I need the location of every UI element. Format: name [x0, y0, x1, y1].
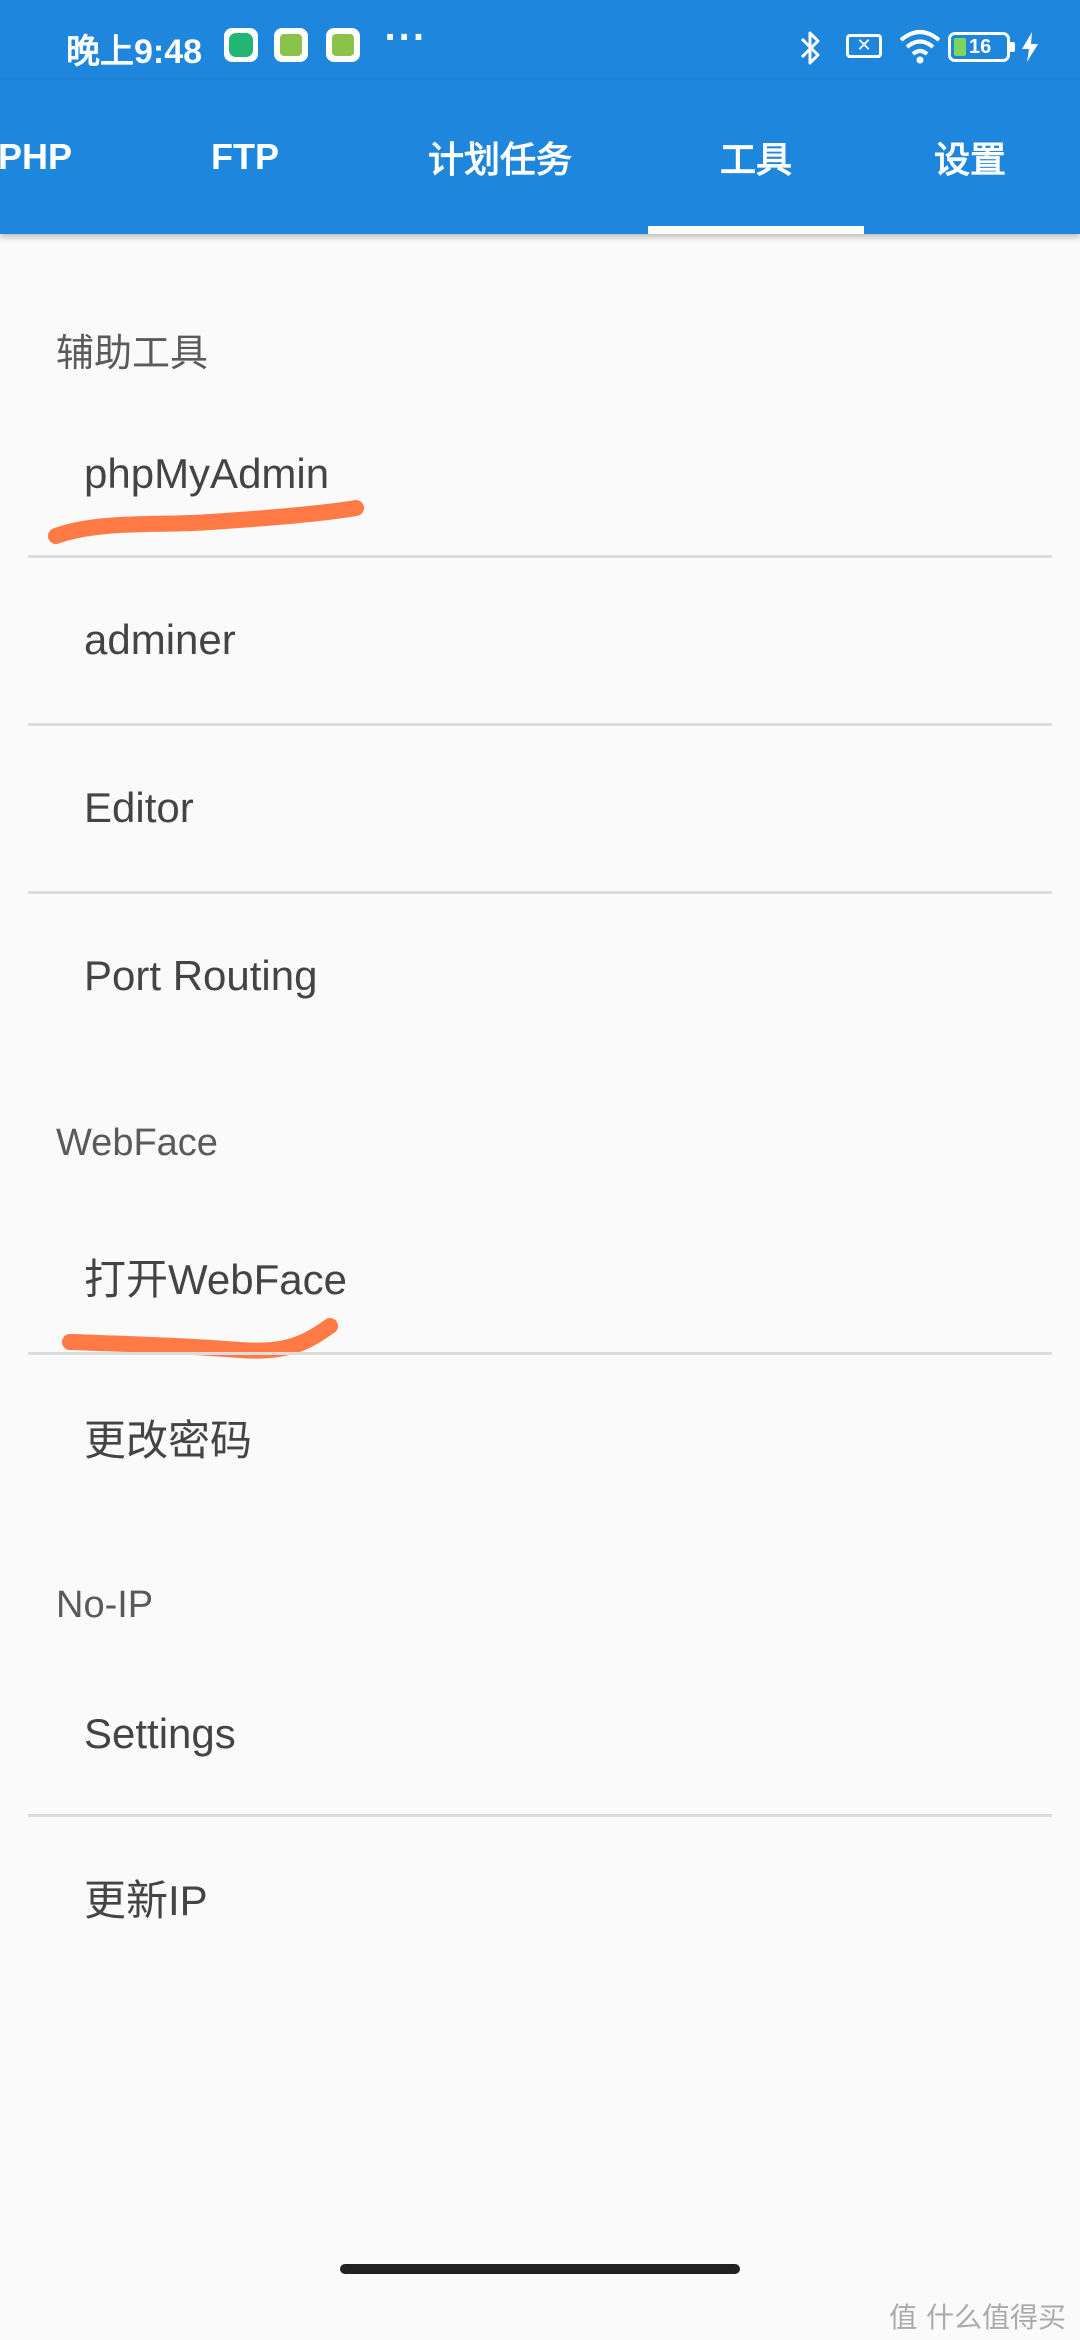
tab-bar: PHP FTP 计划任务 工具 设置: [0, 80, 1080, 234]
section-header-no-ip: No-IP: [56, 1584, 154, 1626]
list-item-adminer[interactable]: adminer: [0, 558, 1080, 725]
status-bar: 晚上9:48 ··· ✕ 16: [0, 0, 1080, 80]
list-item-label: Settings: [84, 1710, 236, 1757]
app-android-icon: [274, 28, 308, 62]
list-item-no-ip-settings[interactable]: Settings: [0, 1680, 1080, 1814]
list-item-editor[interactable]: Editor: [0, 726, 1080, 893]
app-shield-icon: [224, 28, 258, 62]
list-item-change-password[interactable]: 更改密码: [0, 1355, 1080, 1522]
highlight-underline-mark: [48, 500, 364, 544]
list-item-label: 更新IP: [84, 1877, 208, 1924]
status-time: 晚上9:48: [66, 33, 203, 71]
tab-scheduled-tasks[interactable]: 计划任务: [400, 80, 600, 234]
tab-php[interactable]: PHP: [0, 80, 90, 234]
section-header-webface: WebFace: [56, 1122, 218, 1164]
bluetooth-icon: [800, 31, 820, 65]
tab-ftp[interactable]: FTP: [175, 80, 315, 234]
no-sim-icon: ✕: [846, 34, 882, 58]
section-header-helper-tools: 辅助工具: [56, 333, 209, 375]
list-item-label: adminer: [84, 616, 236, 663]
tab-settings[interactable]: 设置: [900, 80, 1040, 234]
more-notifications-icon: ···: [384, 18, 427, 56]
battery-level: 16: [969, 36, 992, 58]
tab-tools[interactable]: 工具: [648, 80, 864, 234]
list-item-label: Editor: [84, 784, 194, 831]
list-item-label: Port Routing: [84, 952, 318, 999]
wifi-icon: [899, 30, 941, 64]
active-tab-indicator: [648, 226, 864, 234]
list-item-port-routing[interactable]: Port Routing: [0, 894, 1080, 1061]
list-item-label: 更改密码: [84, 1417, 253, 1464]
list-item-label: 打开WebFace: [84, 1256, 347, 1303]
list-item-update-ip[interactable]: 更新IP: [0, 1817, 1080, 1984]
app-android-icon-2: [326, 28, 360, 62]
charging-icon: [1022, 32, 1038, 62]
battery-icon: 16: [948, 32, 1015, 62]
watermark: 值 什么值得买: [889, 2301, 1066, 2334]
home-gesture-bar[interactable]: [340, 2264, 740, 2274]
